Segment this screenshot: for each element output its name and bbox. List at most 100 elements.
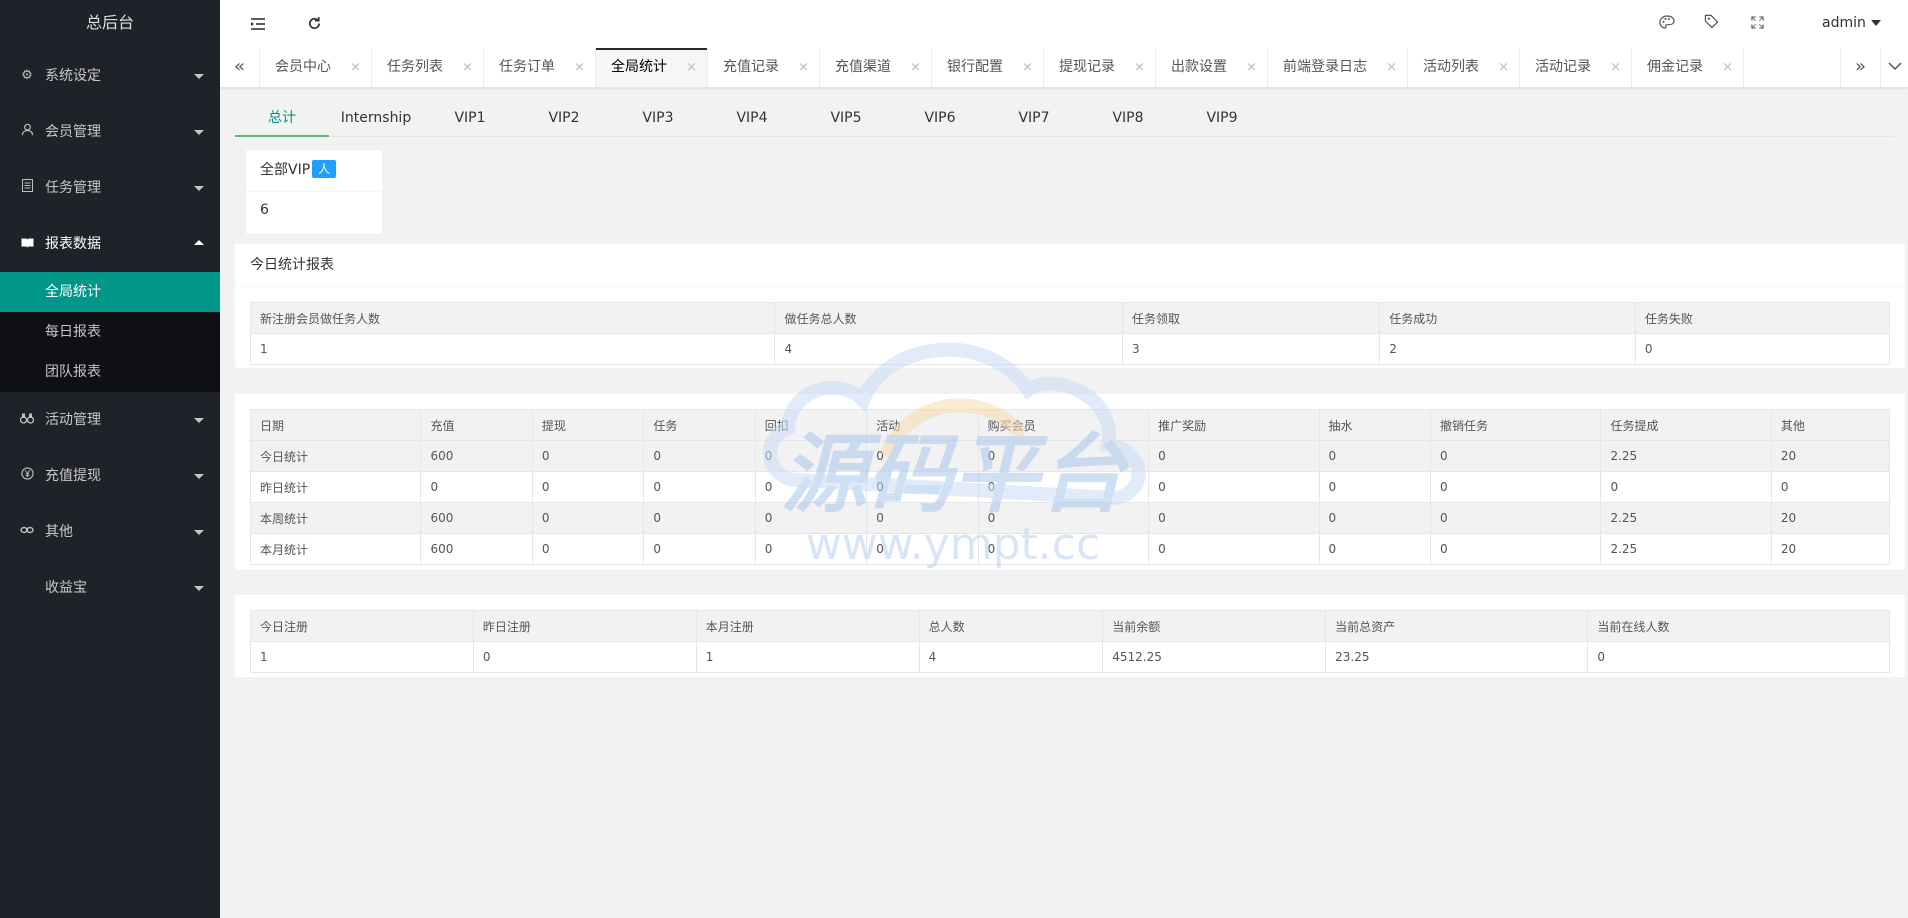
table-cell: 23.25 (1325, 641, 1589, 673)
tab-recharge-channels[interactable]: 充值渠道 × (820, 48, 932, 87)
tab-member-center[interactable]: 会员中心 × (260, 48, 372, 87)
close-icon[interactable]: × (574, 48, 585, 87)
table-header-cell: 推广奖励 (1148, 409, 1320, 441)
tab-vip-3[interactable]: VIP3 (611, 100, 705, 136)
sidebar-item-system-settings[interactable]: ⚙ 系统设定 (0, 48, 220, 104)
close-icon[interactable]: × (1722, 48, 1733, 87)
sidebar-item-tasks[interactable]: 任务管理 (0, 160, 220, 216)
table-header-cell: 本月注册 (695, 610, 920, 642)
table-cell: 0 (1587, 641, 1890, 673)
theme-palette-icon[interactable] (1652, 0, 1682, 48)
table-cell: 4 (774, 333, 1123, 365)
close-icon[interactable]: × (686, 48, 697, 87)
tab-task-list[interactable]: 任务列表 × (372, 48, 484, 87)
close-icon[interactable]: × (910, 48, 921, 87)
table-header-cell: 抽水 (1318, 409, 1431, 441)
close-icon[interactable]: × (1134, 48, 1145, 87)
refresh-icon[interactable] (299, 0, 329, 48)
sidebar-item-other[interactable]: 其他 (0, 504, 220, 560)
table-cell: 600 (420, 533, 533, 565)
table-cell: 0 (643, 533, 756, 565)
table-header-cell: 活动 (866, 409, 979, 441)
sidebar-item-activities[interactable]: 活动管理 (0, 392, 220, 448)
table-header-cell: 任务提成 (1600, 409, 1772, 441)
table-header-cell: 今日注册 (250, 610, 474, 642)
table-cell: 20 (1770, 533, 1891, 565)
tab-activity-records[interactable]: 活动记录 × (1520, 48, 1632, 87)
table-cell: 1 (249, 333, 776, 365)
sidebar-item-label: 充值提现 (45, 468, 101, 484)
table-cell: 0 (643, 502, 756, 534)
table-cell: 0 (1148, 440, 1320, 472)
user-menu[interactable]: admin (1822, 0, 1881, 48)
table-cell: 0 (977, 533, 1150, 565)
table-header-row: 今日注册 昨日注册 本月注册 总人数 当前余额 当前总资产 当前在线人数 (250, 610, 1890, 642)
sidebar-item-members[interactable]: 会员管理 (0, 104, 220, 160)
tab-vip-6[interactable]: VIP6 (893, 100, 987, 136)
close-icon[interactable]: × (1022, 48, 1033, 87)
panel-title: 今日统计报表 (235, 244, 1905, 287)
table-header-row: 日期 充值 提现 任务 回扣 活动 购买会员 推广奖励 抽水 撤销任务 任务提成… (249, 409, 1891, 441)
tab-vip-1[interactable]: VIP1 (423, 100, 517, 136)
menu-collapse-icon[interactable] (243, 0, 273, 48)
close-icon[interactable]: × (798, 48, 809, 87)
sidebar-subitem-global-stats[interactable]: 全局统计 (0, 272, 220, 312)
close-icon[interactable]: × (1498, 48, 1509, 87)
tab-activity-list[interactable]: 活动列表 × (1408, 48, 1520, 87)
tab-vip-internship[interactable]: Internship (329, 100, 423, 136)
app-logo[interactable]: 总后台 (0, 0, 220, 48)
tab-vip-9[interactable]: VIP9 (1175, 100, 1269, 136)
table-cell: 0 (977, 502, 1150, 534)
tab-withdraw-records[interactable]: 提现记录 × (1044, 48, 1156, 87)
table-cell: 今日统计 (249, 440, 422, 472)
fullscreen-icon[interactable] (1742, 0, 1772, 48)
vip-count-card: 全部VIP 人 6 (246, 150, 382, 234)
sidebar-item-recharge-withdraw[interactable]: 充值提现 (0, 448, 220, 504)
table-header-cell: 任务失败 (1634, 302, 1891, 334)
close-icon[interactable]: × (462, 48, 473, 87)
table-cell: 0 (1148, 533, 1320, 565)
tabs-dropdown-icon[interactable] (1880, 48, 1908, 87)
tab-vip-2[interactable]: VIP2 (517, 100, 611, 136)
tabs-scroll-right-icon[interactable]: » (1840, 48, 1881, 87)
tab-login-log[interactable]: 前端登录日志 × (1268, 48, 1408, 87)
table-header-row: 新注册会员做任务人数 做任务总人数 任务领取 任务成功 任务失败 (249, 302, 1891, 334)
page-tabs-bar: « 会员中心 × 任务列表 × 任务订单 × 全局统计 × 充值记录 × 充值渠道 × 银行配置 × 提现记… (220, 48, 1908, 88)
tabs-scroll-left-icon[interactable]: « (220, 48, 260, 87)
close-icon[interactable]: × (350, 48, 361, 87)
caret-down-icon (1870, 20, 1881, 26)
close-icon[interactable]: × (1386, 48, 1397, 87)
table-header-cell: 总人数 (918, 610, 1104, 642)
tab-commission-records[interactable]: 佣金记录 × (1632, 48, 1744, 87)
tab-vip-total[interactable]: 总计 (235, 100, 329, 137)
table-cell: 0 (1148, 502, 1320, 534)
sidebar-item-yield-treasure[interactable]: 收益宝 (0, 560, 220, 616)
table-header-cell: 提现 (531, 409, 645, 441)
close-icon[interactable]: × (1246, 48, 1257, 87)
table-header-cell: 做任务总人数 (774, 302, 1123, 334)
table-cell: 2 (1379, 333, 1636, 365)
table-cell: 600 (420, 440, 533, 472)
tab-vip-5[interactable]: VIP5 (799, 100, 893, 136)
tab-vip-7[interactable]: VIP7 (987, 100, 1081, 136)
main-content: 总计 Internship VIP1 VIP2 VIP3 VIP4 VIP5 VIP6 VIP7… (220, 88, 1908, 918)
table-cell: 0 (531, 502, 645, 534)
tab-vip-8[interactable]: VIP8 (1081, 100, 1175, 136)
sidebar-subitem-team-report[interactable]: 团队报表 (0, 352, 220, 392)
registration-panel: 今日注册 昨日注册 本月注册 总人数 当前余额 当前总资产 当前在线人数 1 0… (235, 595, 1905, 677)
tab-vip-4[interactable]: VIP4 (705, 100, 799, 136)
tab-task-orders[interactable]: 任务订单 × (484, 48, 596, 87)
close-icon[interactable]: × (1610, 48, 1621, 87)
chevron-down-icon (194, 186, 204, 191)
table-cell: 2.25 (1600, 502, 1772, 534)
table-cell: 0 (1429, 471, 1602, 503)
sidebar-subitem-daily-report[interactable]: 每日报表 (0, 312, 220, 352)
tab-bank-config[interactable]: 银行配置 × (932, 48, 1044, 87)
sidebar-item-reports[interactable]: 报表数据 (0, 216, 220, 272)
table-cell: 本周统计 (249, 502, 422, 534)
tab-global-stats[interactable]: 全局统计 × (596, 48, 708, 87)
table-cell: 20 (1770, 502, 1891, 534)
tag-icon[interactable] (1696, 0, 1726, 48)
tab-recharge-records[interactable]: 充值记录 × (708, 48, 820, 87)
tab-payout-settings[interactable]: 出款设置 × (1156, 48, 1268, 87)
